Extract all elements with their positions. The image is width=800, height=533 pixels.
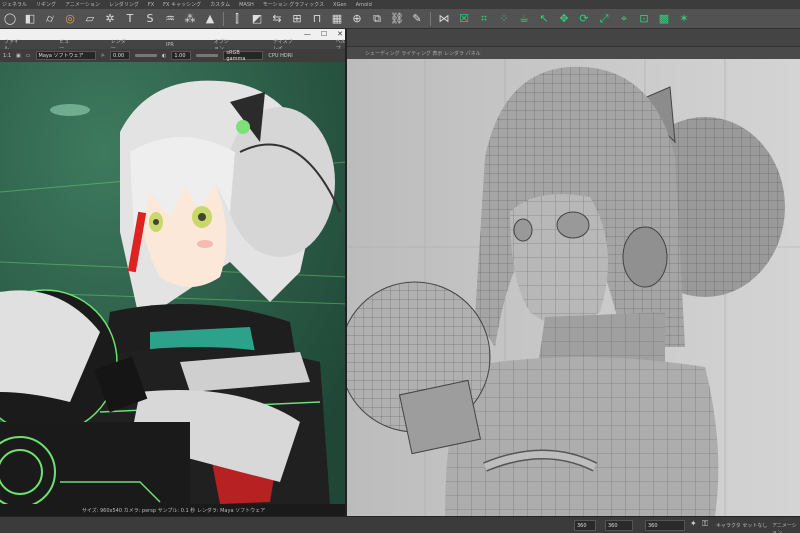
split-icon[interactable]: ⫿ bbox=[230, 12, 244, 26]
extrude-icon[interactable]: ⧉ bbox=[370, 12, 384, 26]
shelf-separator bbox=[430, 11, 431, 26]
render-view-window[interactable]: — ☐ ✕ ファイルビューレンダーIPRオプションディスプレイヘルプ 1:1 ▣… bbox=[0, 29, 347, 516]
gamma-field[interactable]: 1.00 bbox=[171, 51, 192, 60]
start-time-value: 360 bbox=[577, 522, 587, 529]
start-time-field[interactable]: 360 bbox=[574, 520, 596, 531]
main-menubar: ジェネラル リギング アニメーション レンダリング FX FX キャッシング カスタム MAS… bbox=[0, 0, 800, 9]
scale-icon[interactable]: ⤢ bbox=[597, 12, 611, 26]
bridge-icon[interactable]: ⊓ bbox=[310, 12, 324, 26]
shelf-separator bbox=[223, 11, 224, 26]
gamma-value: 1.00 bbox=[174, 52, 186, 59]
exposure-icon[interactable]: ☼ bbox=[101, 53, 105, 59]
lattice-icon[interactable]: ⌗ bbox=[477, 12, 491, 26]
range-start-field[interactable]: 360 bbox=[605, 520, 633, 531]
menu-item-3[interactable]: レンダリング bbox=[109, 1, 139, 8]
cursor-icon[interactable]: ↖ bbox=[537, 12, 551, 26]
exposure-field[interactable]: 0.00 bbox=[110, 51, 130, 60]
range-end-field[interactable]: 360 bbox=[645, 520, 685, 531]
menu-item-7[interactable]: MASH bbox=[239, 2, 254, 8]
render-view-menu: ファイルビューレンダーIPRオプションディスプレイヘルプ bbox=[0, 39, 345, 52]
text-icon[interactable]: T bbox=[123, 12, 137, 26]
plane-icon[interactable]: ▱ bbox=[83, 12, 97, 26]
gamma-slider[interactable] bbox=[196, 54, 219, 57]
menu-item-8[interactable]: モーション グラフィックス bbox=[263, 1, 324, 8]
wireframe-viewport[interactable]: シェーディング ライティング 表示 レンダラ パネル bbox=[345, 47, 800, 516]
exposure-value: 0.00 bbox=[113, 52, 125, 59]
svg-icon[interactable]: S bbox=[143, 12, 157, 26]
exposure-slider[interactable] bbox=[135, 54, 157, 57]
menu-item-5[interactable]: FX キャッシング bbox=[163, 1, 201, 8]
checker-icon[interactable]: ▩ bbox=[657, 12, 671, 26]
shelf: ◯ ◧ ⌭ ◎ ▱ ✲ T S ♒ ⁂ ▲ ⫿ ◩ ⇆ ⊞ ⊓ ▦ ⊕ ⧉ ⛓ ✎ ⋈ ☒ ⌗ ⁘ ☕ ↖ ✥ ⟳ ⤢ ⌖ ⊡ ▩ ✶ bbox=[0, 9, 800, 29]
display-label[interactable]: CPU HDRI bbox=[268, 53, 292, 59]
snap-icon[interactable]: ⊡ bbox=[637, 12, 651, 26]
crossgrid-icon[interactable]: ⊞ bbox=[290, 12, 304, 26]
cluster-icon[interactable]: ⁂ bbox=[183, 12, 197, 26]
menu-item-6[interactable]: カスタム bbox=[210, 1, 230, 8]
ratio-label[interactable]: 1:1 bbox=[3, 53, 11, 59]
range-start-value: 360 bbox=[608, 522, 618, 529]
chain-icon[interactable]: ⛓ bbox=[390, 12, 404, 26]
cylinder-icon[interactable]: ⌭ bbox=[43, 12, 57, 26]
star-icon[interactable]: ✶ bbox=[677, 12, 691, 26]
menu-item-0[interactable]: ジェネラル bbox=[2, 1, 27, 8]
rotate-icon[interactable]: ⟳ bbox=[577, 12, 591, 26]
menu-item-1[interactable]: リギング bbox=[36, 1, 56, 8]
character-set-label[interactable]: キャラクタ セットなし bbox=[716, 522, 767, 529]
menu-item-10[interactable]: Arnold bbox=[356, 2, 372, 8]
fill-icon[interactable]: ▦ bbox=[330, 12, 344, 26]
view-transform-select[interactable]: Maya ソフトウェア bbox=[35, 51, 96, 60]
torus-icon[interactable]: ◎ bbox=[63, 12, 77, 26]
checkbox-icon[interactable]: ☒ bbox=[457, 12, 471, 26]
render-view-toolbar: 1:1 ▣ ▭ Maya ソフトウェア ☼ 0.00 ◐ 1.00 sRGB g… bbox=[0, 49, 345, 62]
color-space-select[interactable]: sRGB gamma bbox=[223, 49, 264, 62]
menu-item-4[interactable]: FX bbox=[148, 2, 154, 8]
render-image bbox=[0, 62, 345, 504]
region-icon[interactable]: ▭ bbox=[26, 53, 31, 59]
color-space-value: sRGB gamma bbox=[226, 49, 246, 62]
render-menu-item-3[interactable]: IPR bbox=[166, 42, 174, 48]
append-icon[interactable]: ⊕ bbox=[350, 12, 364, 26]
gear-icon[interactable]: ✲ bbox=[103, 12, 117, 26]
render-status-bar: サイズ: 960x540 カメラ: persp サンプル: 0.1 秒 レンダラ… bbox=[0, 504, 345, 516]
move-icon[interactable]: ✥ bbox=[557, 12, 571, 26]
autokey-icon[interactable]: ⚿ bbox=[702, 519, 708, 529]
cloth-icon[interactable]: ♒ bbox=[163, 12, 177, 26]
render-status-text: サイズ: 960x540 カメラ: persp サンプル: 0.1 秒 レンダラ… bbox=[81, 507, 266, 514]
snapshot-icon[interactable]: ▣ bbox=[16, 53, 21, 59]
sphere-icon[interactable]: ◯ bbox=[3, 12, 17, 26]
keyframe-icon[interactable]: ✦ bbox=[690, 519, 697, 528]
align-icon[interactable]: ⇆ bbox=[270, 12, 284, 26]
workspace: シェーディング ライティング 表示 レンダラ パネル — ☐ ✕ ファイ ビュ … bbox=[0, 29, 800, 516]
range-end-value: 360 bbox=[648, 522, 658, 529]
maximize-icon[interactable]: ☐ bbox=[321, 30, 327, 38]
teapot-icon[interactable]: ☕ bbox=[517, 12, 531, 26]
viewport-toolbar bbox=[345, 29, 800, 47]
pivot-icon[interactable]: ⌖ bbox=[617, 12, 631, 26]
dots-icon[interactable]: ⁘ bbox=[497, 12, 511, 26]
view-transform-value: Maya ソフトウェア bbox=[38, 53, 84, 59]
cone-icon[interactable]: ▲ bbox=[203, 12, 217, 26]
menu-item-2[interactable]: アニメーション bbox=[65, 1, 100, 8]
merge-icon[interactable]: ⋈ bbox=[437, 12, 451, 26]
bevel-icon[interactable]: ◩ bbox=[250, 12, 264, 26]
pen-icon[interactable]: ✎ bbox=[410, 12, 424, 26]
cube-icon[interactable]: ◧ bbox=[23, 12, 37, 26]
minimize-icon[interactable]: — bbox=[304, 30, 311, 38]
gamma-icon[interactable]: ◐ bbox=[162, 53, 166, 59]
anim-layer-label[interactable]: アニメーション bbox=[772, 522, 800, 533]
range-slider-bar: 360 360 360 ✦ ⚿ キャラクタ セットなし アニメーション bbox=[0, 516, 800, 533]
menu-item-9[interactable]: XGen bbox=[333, 2, 347, 8]
wireframe-model bbox=[345, 59, 800, 516]
